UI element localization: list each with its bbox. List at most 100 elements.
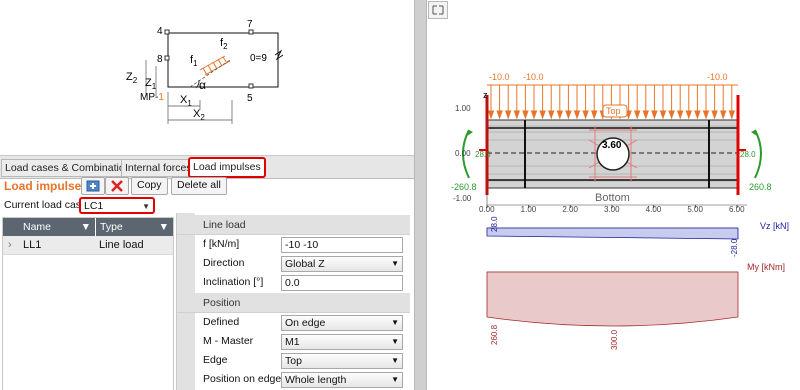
left-panel: 4 7 8 0=9 5 f1 f2 α Z2 Z1 MP-1 X1 X2 Loa…	[0, 0, 414, 390]
load-arrow-head	[728, 110, 736, 120]
prop-row-f: f [kN/m] -10 -10	[177, 236, 410, 255]
x-tick-label: 1.00	[521, 205, 537, 214]
load-arrow-head	[676, 110, 684, 120]
edge-value: Top	[285, 355, 302, 367]
load-arrow-head	[642, 110, 650, 120]
load-arrow-head	[694, 110, 701, 120]
chevron-down-icon: ▼	[391, 337, 399, 346]
filter-icon[interactable]: ▼	[159, 218, 169, 236]
grid-header-name[interactable]: Name ▼	[3, 218, 95, 236]
tab-load-impulses[interactable]: Load impulses	[188, 157, 266, 178]
grid-header-type-label: Type	[100, 221, 123, 233]
beam-diagram: -10.0 -10.0 -10.0 Top 3.60 28.0 28.0 -26…	[451, 72, 789, 350]
direction-value: Global Z	[285, 258, 325, 270]
copy-button[interactable]: Copy	[131, 177, 168, 195]
prop-direction-label: Direction	[203, 257, 245, 269]
load-arrow-head	[565, 110, 572, 120]
load-arrow-head	[633, 110, 641, 120]
prop-row-master: M - Master M1 ▼	[177, 333, 410, 352]
chevron-down-icon: ▼	[391, 356, 399, 365]
load-arrow-head	[702, 110, 710, 120]
diagram-panel: -10.0 -10.0 -10.0 Top 3.60 28.0 28.0 -26…	[427, 0, 800, 390]
direction-select[interactable]: Global Z ▼	[281, 256, 403, 272]
vz-right-value: -28.0	[730, 238, 739, 257]
sketch-z1: Z1	[145, 77, 157, 91]
sketch-label-8: 8	[157, 54, 163, 65]
opening-dimension: 3.60	[602, 140, 622, 151]
sketch-label-09: 0=9	[250, 53, 267, 64]
current-load-case-select[interactable]: LC1 ▼	[79, 197, 155, 214]
axis-z-label: z	[483, 90, 488, 100]
load-sketch-drawing: 4 7 8 0=9 5 f1 f2 α Z2 Z1 MP-1 X1 X2	[126, 19, 284, 124]
position-on-edge-value: Whole length	[285, 374, 347, 386]
sketch-f2: f2	[220, 37, 228, 51]
left-mid-value: 28.0	[475, 150, 491, 159]
sketch-label-5: 5	[247, 93, 253, 104]
prop-row-defined: Defined On edge ▼	[177, 314, 410, 333]
prop-row-direction: Direction Global Z ▼	[177, 255, 410, 274]
prop-defined-label: Defined	[203, 316, 240, 328]
load-arrow-head	[582, 110, 589, 120]
master-value: M1	[285, 336, 300, 348]
vz-label: Vz [kN]	[760, 221, 789, 231]
right-reaction: 260.8	[749, 182, 772, 192]
load-arrow-head	[668, 110, 675, 120]
sketch-x2: X2	[193, 108, 205, 122]
x-tick-label: 3.00	[604, 205, 620, 214]
filter-icon[interactable]: ▼	[81, 218, 91, 236]
chevron-down-icon: ▼	[142, 202, 150, 211]
chevron-down-icon: ▼	[391, 375, 399, 384]
load-arrow-head	[539, 110, 546, 120]
load-arrow-head	[573, 110, 581, 120]
my-label: My [kNm]	[747, 262, 785, 272]
delete-button[interactable]	[105, 177, 129, 195]
delete-all-button[interactable]: Delete all	[171, 177, 227, 195]
load-arrow-head	[590, 110, 598, 120]
add-button[interactable]	[81, 177, 105, 195]
prop-row-inclination: Inclination [°] 0.0	[177, 274, 410, 293]
tab-load-cases[interactable]: Load cases & Combinations	[1, 159, 140, 177]
load-impulses-toolbar: Load impulses Copy Delete all	[0, 177, 414, 197]
grid-header-name-label: Name	[23, 221, 52, 233]
load-arrow-head	[711, 110, 718, 120]
x-tick-label: 4.00	[646, 205, 662, 214]
load-arrow-head	[504, 110, 512, 120]
load-label-right: -10.0	[707, 72, 728, 82]
defined-value: On edge	[285, 317, 326, 329]
prop-master-label: M - Master	[203, 335, 254, 347]
section-title: Load impulses	[4, 179, 89, 193]
inclination-input[interactable]: 0.0	[281, 275, 403, 291]
left-reaction: -260.8	[451, 182, 477, 192]
properties-panel: Line load f [kN/m] -10 -10 Direction Glo…	[176, 213, 410, 390]
position-on-edge-select[interactable]: Whole length ▼	[281, 372, 403, 388]
f-input[interactable]: -10 -10	[281, 237, 403, 253]
load-arrow-head	[547, 110, 555, 120]
prop-row-position-on-edge: Position on edge Whole length ▼	[177, 371, 410, 390]
load-arrow-head	[522, 110, 529, 120]
edge-select[interactable]: Top ▼	[281, 353, 403, 369]
bottom-label: Bottom	[595, 192, 630, 204]
prop-edge-label: Edge	[203, 354, 228, 366]
current-load-case-label: Current load case	[4, 199, 87, 211]
grid-header-type[interactable]: Type ▼	[96, 218, 173, 236]
tab-internal-forces[interactable]: Internal forces	[121, 159, 196, 177]
load-label-left: -10.0	[489, 72, 510, 82]
panel-splitter[interactable]	[414, 0, 427, 390]
my-left-value: 260.8	[490, 324, 499, 345]
right-mid-value: 28.0	[740, 150, 756, 159]
row-type: Line load	[99, 239, 144, 251]
load-arrow-head	[659, 110, 667, 120]
load-arrow-head	[513, 110, 521, 120]
tab-bar: Load cases & Combinations Internal force…	[0, 155, 414, 179]
x-tick-label: 6.00	[729, 205, 745, 214]
x-tick-label: 2.00	[562, 205, 578, 214]
defined-select[interactable]: On edge ▼	[281, 315, 403, 331]
load-label-mid: -10.0	[523, 72, 544, 82]
sketch-mp: MP-1	[140, 92, 164, 103]
table-row[interactable]: › LL1 Line load	[3, 236, 173, 255]
master-select[interactable]: M1 ▼	[281, 334, 403, 350]
load-arrow-head	[496, 110, 503, 120]
load-arrow-head	[556, 110, 564, 120]
prop-inclination-label: Inclination [°]	[203, 276, 264, 288]
y-tick-top: 1.00	[455, 104, 471, 113]
